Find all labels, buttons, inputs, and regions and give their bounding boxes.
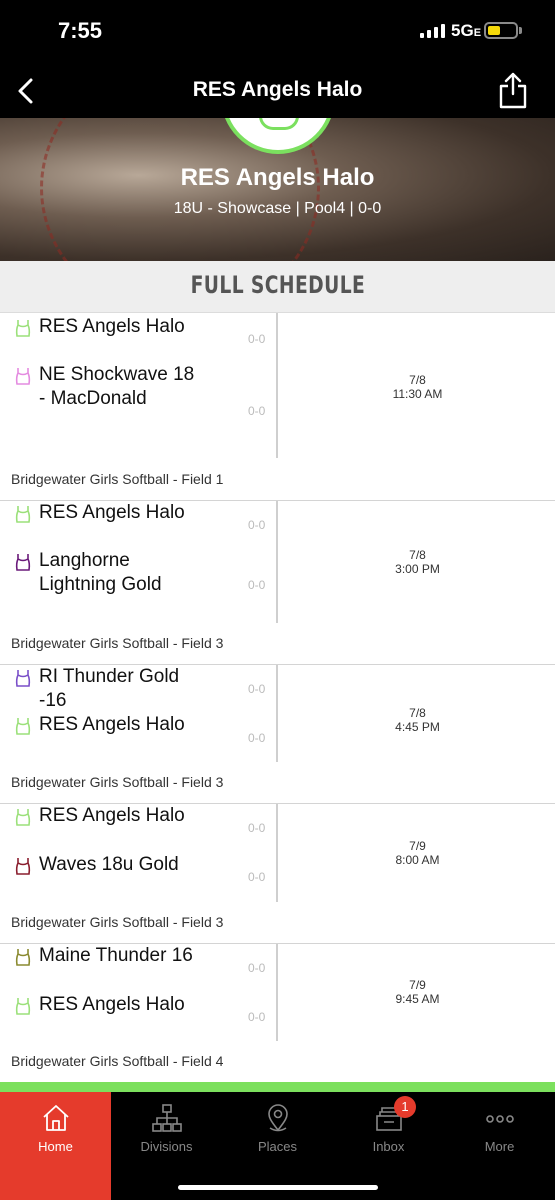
location-pin-icon [268, 1104, 288, 1132]
tab-label: More [484, 1139, 515, 1154]
game-date: 7/8 [409, 548, 426, 562]
game-venue: Bridgewater Girls Softball - Field 3 [11, 914, 224, 930]
team-score: 0-0 [248, 518, 266, 532]
home-indicator [178, 1185, 378, 1190]
section-title: FULL SCHEDULE [190, 271, 365, 299]
game-card[interactable]: Maine Thunder 16 0-0 RES Angels Halo 0-0… [0, 944, 555, 1082]
card-divider [276, 944, 278, 1041]
team-subtitle: 18U - Showcase | Pool4 | 0-0 [173, 200, 382, 217]
game-datetime: 7/8 4:45 PM [280, 706, 555, 734]
team-name: RES Angels Halo [39, 714, 185, 735]
jersey-icon [15, 949, 31, 966]
game-datetime: 7/9 8:00 AM [280, 839, 555, 867]
game-date: 7/8 [409, 373, 426, 387]
full-schedule-header: FULL SCHEDULE [0, 261, 555, 313]
game-card[interactable]: RI Thunder Gold -16 0-0 RES Angels Halo … [0, 665, 555, 804]
jersey-icon [15, 320, 31, 337]
card-divider [276, 501, 278, 623]
jersey-icon [15, 554, 31, 571]
tab-places[interactable]: Places [222, 1092, 333, 1200]
team-name: RI Thunder Gold -16 [39, 666, 180, 711]
jersey-icon [15, 809, 31, 826]
card-divider [276, 665, 278, 762]
team-name: RES Angels Halo [39, 316, 185, 337]
status-time: 7:55 [58, 18, 103, 43]
game-time: 4:45 PM [395, 720, 440, 734]
game-date: 7/8 [409, 706, 426, 720]
tab-inbox[interactable]: 1 Inbox [333, 1092, 444, 1200]
jersey-icon [15, 718, 31, 735]
card-divider [276, 313, 278, 458]
tab-label: Inbox [372, 1139, 405, 1154]
team-name: Maine Thunder 16 [39, 945, 193, 966]
team-name: Waves 18u Gold [39, 854, 179, 875]
tab-bar: Home Divisions Places 1 Inbox More [0, 1092, 555, 1200]
game-card[interactable]: RES Angels Halo 0-0 NE Shockwave 18 - Ma… [0, 313, 555, 501]
more-icon [486, 1115, 514, 1123]
battery-icon [484, 22, 518, 39]
tab-label: Home [38, 1139, 73, 1154]
team-title: RES Angels Halo [180, 164, 375, 191]
signal-icon [420, 24, 445, 38]
game-time: 8:00 AM [395, 853, 440, 867]
game-time: 9:45 AM [395, 992, 440, 1006]
jersey-icon [15, 670, 31, 687]
game-card[interactable]: RES Angels Halo 0-0 Waves 18u Gold 0-0 7… [0, 804, 555, 944]
team-score: 0-0 [248, 332, 266, 346]
jersey-icon [15, 368, 31, 385]
network-suffix: E [473, 27, 482, 39]
team-name: NE Shockwave 18 - MacDonald [39, 364, 195, 409]
team-score: 0-0 [248, 961, 266, 975]
team-score: 0-0 [248, 578, 266, 592]
game-date: 7/9 [409, 978, 426, 992]
jersey-icon [15, 998, 31, 1015]
tab-more[interactable]: More [444, 1092, 555, 1200]
card-divider [276, 804, 278, 902]
battery-cap [519, 27, 522, 34]
game-venue: Bridgewater Girls Softball - Field 1 [11, 471, 224, 487]
team-score: 0-0 [248, 1010, 266, 1024]
team-score: 0-0 [248, 870, 266, 884]
game-venue: Bridgewater Girls Softball - Field 3 [11, 774, 224, 790]
game-time: 11:30 AM [392, 387, 443, 401]
team-score: 0-0 [248, 731, 266, 745]
share-icon[interactable] [496, 70, 530, 110]
nav-bar: RES Angels Halo [0, 64, 555, 118]
team-score: 0-0 [248, 404, 266, 418]
team-name: RES Angels Halo [39, 502, 185, 523]
team-hero: RES Angels Halo 18U - Showcase | Pool4 |… [0, 118, 555, 261]
jersey-icon [15, 858, 31, 875]
home-icon [43, 1105, 69, 1131]
tab-divisions[interactable]: Divisions [111, 1092, 222, 1200]
game-datetime: 7/8 11:30 AM [280, 373, 555, 401]
status-bar: 7:55 5GE [0, 0, 555, 64]
game-datetime: 7/9 9:45 AM [280, 978, 555, 1006]
team-score: 0-0 [248, 821, 266, 835]
tab-home[interactable]: Home [0, 1092, 111, 1200]
brand-accent-strip [0, 1082, 555, 1092]
game-venue: Bridgewater Girls Softball - Field 4 [11, 1053, 224, 1069]
team-name: Langhorne Lightning Gold [39, 550, 162, 595]
team-name: RES Angels Halo [39, 994, 185, 1015]
network-label: 5G [451, 21, 474, 40]
game-venue: Bridgewater Girls Softball - Field 3 [11, 635, 224, 651]
inbox-badge: 1 [394, 1096, 416, 1118]
divisions-icon [152, 1104, 182, 1132]
game-datetime: 7/8 3:00 PM [280, 548, 555, 576]
game-date: 7/9 [409, 839, 426, 853]
tab-label: Places [257, 1139, 298, 1154]
team-name: RES Angels Halo [39, 805, 185, 826]
game-card[interactable]: RES Angels Halo 0-0 Langhorne Lightning … [0, 501, 555, 665]
game-time: 3:00 PM [395, 562, 440, 576]
network-indicator: 5GE [451, 21, 481, 41]
jersey-icon [15, 506, 31, 523]
tab-label: Divisions [140, 1139, 193, 1154]
team-score: 0-0 [248, 682, 266, 696]
nav-title: RES Angels Halo [192, 78, 363, 101]
